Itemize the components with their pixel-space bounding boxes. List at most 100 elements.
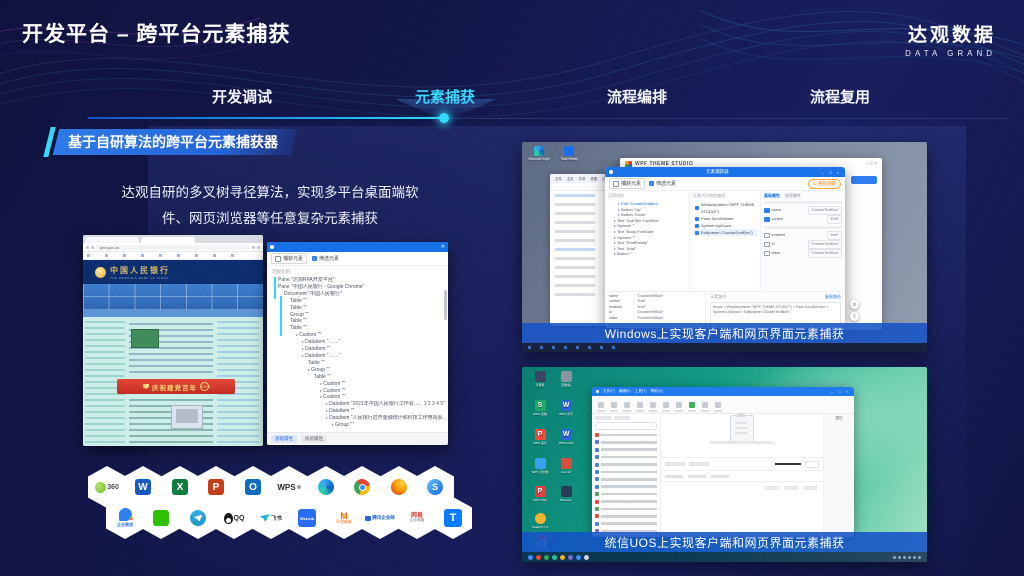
wps-icon: WPS	[277, 483, 300, 492]
pbc-news-photo	[131, 329, 159, 348]
uos-icon-wps-cloud: WPS 云文档	[528, 458, 552, 474]
uos-icon-browser: Browser	[554, 486, 578, 502]
tree-node: Table ""	[272, 374, 446, 381]
tab-flow-orchestration[interactable]: 流程编排	[607, 86, 667, 107]
studio-blue-button	[851, 176, 877, 184]
telegram-icon	[190, 510, 206, 526]
excel-icon: X	[172, 479, 188, 495]
tab-dev-debug[interactable]: 开发调试	[212, 86, 272, 107]
prop-row: enabled"true"	[764, 231, 842, 240]
tree-node: Table ""	[272, 325, 446, 332]
gear-icon: ⚙	[850, 300, 859, 309]
up-arrow-icon: ↥	[850, 312, 859, 321]
windows-caption: Windows上实现客户端和网页界面元素捕获	[522, 323, 927, 343]
windows-taskbar	[522, 343, 927, 352]
pbc-website: 中国人民银行 THE PEOPLE'S BANK OF CHINA 庆祝建党百年…	[83, 260, 263, 446]
qq-icon: QQ	[224, 513, 245, 524]
tree-node: Pane "中国人民银行 - Google Chrome"	[272, 284, 446, 291]
dialog-tree-panel: 可视化树 Edit "DoubleTextBox" Button "Up" Bu…	[605, 191, 690, 291]
watermark	[769, 440, 809, 443]
section-description: 达观自研的多叉树寻径算法，实现多平台桌面端软 件、网页浏览器等任意复杂元素捕获	[95, 180, 445, 233]
capture-titlebar: ✕	[267, 242, 448, 252]
windows-screenshot: Microsoft Edge TeamViewer WPF THEME STUD…	[522, 142, 927, 352]
pbc-title-cn: 中国人民银行	[110, 265, 170, 276]
tree-node: Document "中国人民银行"	[272, 291, 446, 298]
browser-tabstrip	[83, 235, 263, 243]
browser-address-bar: pbc.gov.cn	[83, 243, 263, 252]
uos-canvas	[661, 414, 824, 537]
search-input: ⌕	[595, 422, 657, 430]
pbc-nav-grid	[83, 284, 263, 310]
outlook-icon: O	[245, 479, 261, 495]
prop-row: control"Edit"	[764, 215, 842, 224]
empty-clipboard-icon	[730, 415, 754, 443]
uos-icon-trash: 回收站	[554, 371, 578, 387]
capture-element-button: 捕获元素	[609, 178, 645, 189]
zoom-percent	[805, 461, 819, 468]
uos-icon-wps-show: PWPS 演示	[528, 429, 552, 445]
dialog-path-list-panel: 元素节点构造路径 Window(name="WPF THEME STUDIO")…	[690, 191, 761, 291]
tree-node: Table ""	[272, 305, 446, 312]
chrome-icon	[354, 479, 370, 495]
tencent-exmail-icon: 腾讯企业邮	[365, 515, 395, 521]
teamviewer-desktop-icon	[564, 146, 574, 156]
uos-icon-wps-pdf: PWPS PDF	[528, 486, 552, 502]
prop-row: name"DoubleTextBox"	[764, 206, 842, 215]
section-badge: 基于自研算法的跨平台元素捕获器	[56, 129, 294, 155]
uos-toolbar	[592, 396, 854, 414]
dialog-app-icon	[609, 170, 613, 174]
browser-capture-screenshot: pbc.gov.cn 中国人民银行 THE PEOPLE'S BANK OF C…	[83, 235, 448, 447]
empty-hint-text	[710, 441, 774, 444]
prop-row: class"DoubleTextBox"	[764, 249, 842, 258]
tab-basic-props: 基础属性	[764, 193, 780, 199]
tree-node: DataItem "人民银行召开金融统计和科技工作电视会…（2021）第20号……	[272, 415, 446, 422]
profile-icon	[252, 246, 255, 249]
tree-node: DataItem "……"	[272, 353, 446, 360]
path-node: Spinner.UpDown	[693, 222, 757, 229]
powerpoint-icon: P	[208, 479, 224, 495]
copy-path-button: 复制路径	[825, 294, 841, 300]
dialog-titlebar: 元素捕获器 – □ ×	[605, 167, 845, 177]
app-icon	[596, 390, 599, 393]
wechat-work-icon	[119, 508, 132, 521]
pbc-title-en: THE PEOPLE'S BANK OF CHINA	[110, 276, 170, 280]
tree-node: Custom ""	[272, 388, 446, 395]
path-node-selected: Edit(name="DoubleTextBox")	[693, 229, 757, 236]
tree-node: Custom ""	[272, 332, 446, 339]
props-section-bar	[764, 201, 842, 204]
uos-window-titlebar: 文件(F) 编辑(E) 工具(T) 帮助(H) – □ ×	[592, 387, 854, 396]
prop-row: id"DoubleTextBox"	[764, 240, 842, 249]
bookmarks-bar	[83, 252, 263, 260]
uos-dock	[522, 552, 927, 562]
window-controls: – □ ×	[831, 389, 850, 394]
capture-footer: 基础属性 校验属性	[267, 432, 448, 445]
tree-node: Group ""	[272, 367, 446, 374]
page-title: 开发平台 – 跨平台元素捕获	[22, 18, 290, 48]
tree-node: Table ""	[272, 318, 446, 325]
pbc-emblem-icon	[95, 267, 106, 278]
tree-node: Group ""	[272, 312, 446, 319]
dialog-title: 元素捕获器	[706, 169, 729, 175]
banner-100-icon: 100	[200, 382, 209, 391]
dialog-props-panel: 基础属性 校验属性 name"DoubleTextBox" control"Ed…	[761, 191, 845, 291]
firefox-icon	[391, 479, 407, 495]
party-emblem-icon	[143, 384, 149, 389]
path-node: Pane.ScrollViewer	[693, 215, 757, 222]
uos-icon-wps-2019: WWPS 2019	[554, 429, 578, 445]
filter-element-checkbox: ✓筛选元素	[312, 255, 339, 262]
back-icon	[86, 246, 89, 249]
uos-icon-wps-writer: WWPS 文字	[554, 400, 578, 416]
description-line-2: 件、网页浏览器等任意复杂元素捕获	[95, 206, 445, 232]
tab-basic-props: 基础属性	[271, 435, 297, 443]
dialog-window-controls: – □ ×	[822, 170, 841, 175]
checkbox-checked-icon: ✓	[312, 256, 317, 261]
slide-canvas: 开发平台 – 跨平台元素捕获 达观数据 DATA GRAND 开发调试 元素捕获…	[0, 0, 1024, 576]
tab-flow-reuse[interactable]: 流程复用	[810, 86, 870, 107]
desktop-icon-teamviewer: TeamViewer	[556, 146, 582, 161]
capture-tool-window: ✕ 捕获元素 ✓筛选元素 可视化树 Pane "达观RPA开发平台" Pane …	[267, 242, 448, 445]
filter-element-checkbox: ✓筛选元素	[649, 180, 676, 187]
welink-icon: WeLink	[298, 509, 316, 527]
netease-mail-icon: 网易企业邮箱	[410, 513, 424, 524]
tree-connector-line-2	[280, 296, 282, 336]
uos-caption: 统信UOS上实现客户端和网页界面元素捕获	[522, 532, 927, 552]
